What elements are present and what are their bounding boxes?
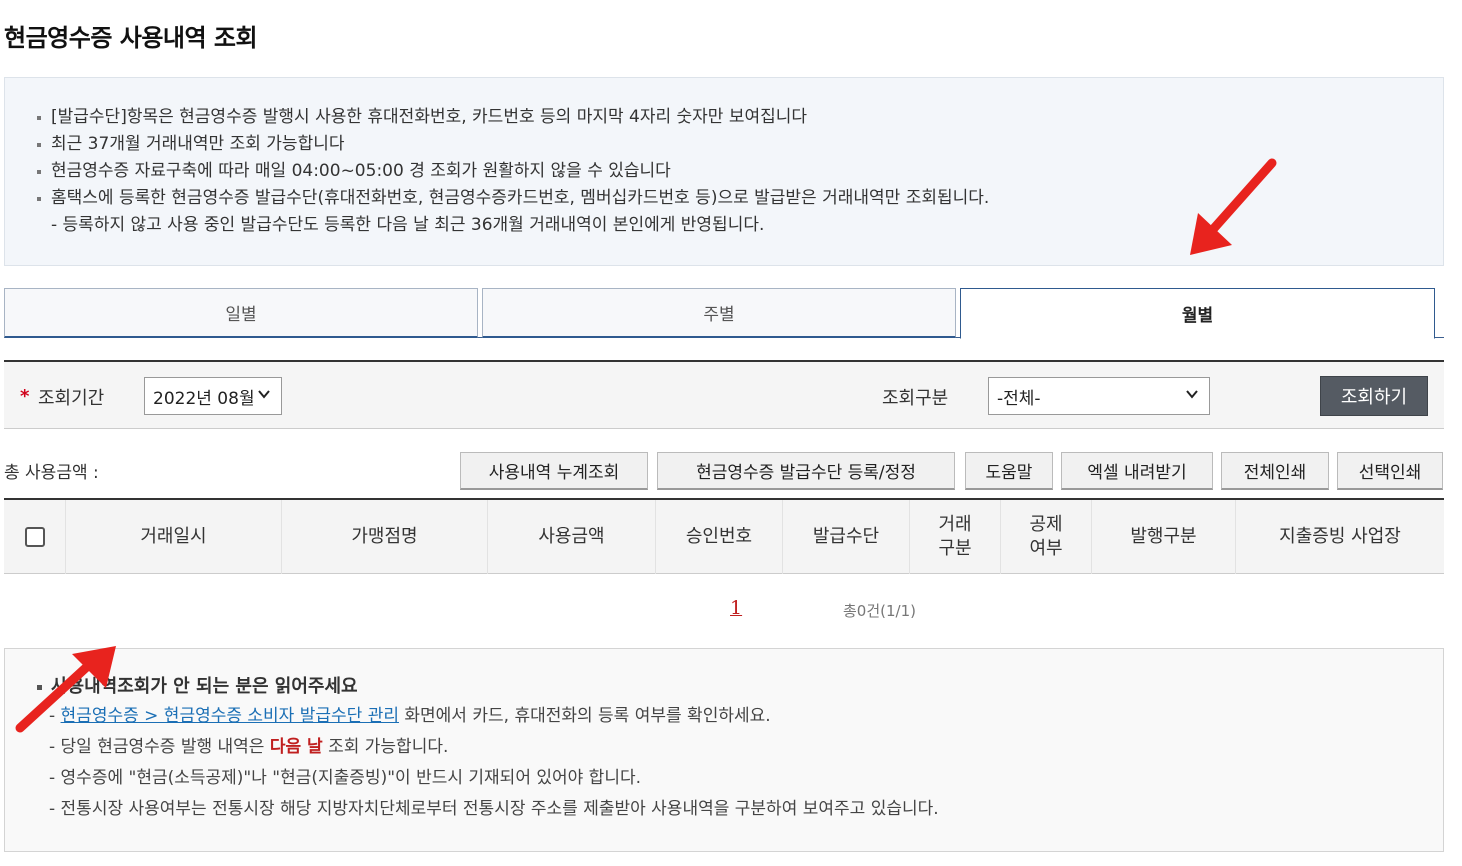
help-line: - 현금영수증 > 현금영수증 소비자 발급수단 관리 화면에서 카드, 휴대전… xyxy=(49,706,771,726)
notice-item: 최근 37개월 거래내역만 조회 가능합니다 xyxy=(33,131,1415,158)
print-selected-button[interactable]: 선택인쇄 xyxy=(1337,452,1443,490)
period-label: 조회기간 xyxy=(38,388,105,409)
type-select[interactable]: -전체- xyxy=(988,377,1210,415)
help-line: - 전통시장 사용여부는 전통시장 해당 지방자치단체로부터 전통시장 주소를 … xyxy=(49,799,939,819)
chevron-down-icon xyxy=(1185,387,1199,405)
help-line: - 영수증에 "현금(소득공제)"나 "현금(지출증빙)"이 반드시 기재되어 … xyxy=(49,768,642,788)
column-header[interactable]: 사용금액 xyxy=(488,500,656,574)
select-all-cell xyxy=(4,500,66,574)
select-all-checkbox[interactable] xyxy=(24,527,45,547)
notice-box: [발급수단]항목은 현금영수증 발행시 사용한 휴대전화번호, 카드번호 등의 … xyxy=(4,77,1444,266)
total-amount-label: 총 사용금액 : xyxy=(4,463,99,483)
period-select-value: 2022년 08월 xyxy=(153,388,255,409)
chevron-down-icon xyxy=(257,387,271,405)
type-label: 조회구분 xyxy=(882,388,949,409)
page-title: 현금영수증 사용내역 조회 xyxy=(4,24,258,52)
page-link-current[interactable]: 1 xyxy=(730,597,742,619)
column-header[interactable]: 승인번호 xyxy=(656,500,783,574)
help-box: 사용내역조회가 안 되는 분은 읽어주세요 - 현금영수증 > 현금영수증 소비… xyxy=(4,648,1444,852)
help-line: - 당일 현금영수증 발행 내역은 다음 날 조회 가능합니다. xyxy=(49,737,449,757)
column-header[interactable]: 발급수단 xyxy=(783,500,910,574)
help-button[interactable]: 도움말 xyxy=(965,452,1053,490)
print-all-button[interactable]: 전체인쇄 xyxy=(1221,452,1329,490)
required-mark: * xyxy=(20,386,30,407)
notice-item: 홈택스에 등록한 현금영수증 발급수단(휴대전화번호, 현금영수증카드번호, 멤… xyxy=(33,185,1415,212)
result-count: 총0건(1/1) xyxy=(843,602,916,620)
next-day-highlight: 다음 날 xyxy=(269,737,323,757)
tab-daily[interactable]: 일별 xyxy=(4,288,478,338)
tab-monthly[interactable]: 월별 xyxy=(960,288,1435,339)
help-title: 사용내역조회가 안 되는 분은 읽어주세요 xyxy=(33,673,1415,701)
payment-method-management-link[interactable]: 현금영수증 > 현금영수증 소비자 발급수단 관리 xyxy=(61,706,399,726)
notice-sub-item: - 등록하지 않고 사용 중인 발급수단도 등록한 다음 날 최근 36개월 거… xyxy=(51,215,765,235)
type-select-value: -전체- xyxy=(997,388,1041,409)
column-header[interactable]: 가맹점명 xyxy=(282,500,488,574)
search-button[interactable]: 조회하기 xyxy=(1320,376,1428,416)
column-header[interactable]: 지출증빙 사업장 xyxy=(1236,500,1444,574)
period-select[interactable]: 2022년 08월 xyxy=(144,377,282,415)
excel-download-button[interactable]: 엑셀 내려받기 xyxy=(1061,452,1213,490)
notice-item: 현금영수증 자료구축에 따라 매일 04:00~05:00 경 조회가 원활하지… xyxy=(33,158,1415,185)
column-header[interactable]: 거래일시 xyxy=(66,500,282,574)
table-header: 거래일시 가맹점명 사용금액 승인번호 발급수단 거래 구분 공제 여부 발행구… xyxy=(4,498,1444,574)
column-header[interactable]: 발행구분 xyxy=(1092,500,1236,574)
cumulative-inquiry-button[interactable]: 사용내역 누계조회 xyxy=(460,452,648,490)
column-header[interactable]: 거래 구분 xyxy=(910,500,1001,574)
tab-weekly[interactable]: 주별 xyxy=(482,288,956,338)
search-panel: * 조회기간 2022년 08월 조회구분 -전체- 조회하기 xyxy=(4,360,1444,429)
notice-item: [발급수단]항목은 현금영수증 발행시 사용한 휴대전화번호, 카드번호 등의 … xyxy=(33,104,1415,131)
register-payment-method-button[interactable]: 현금영수증 발급수단 등록/정정 xyxy=(657,452,955,490)
column-header[interactable]: 공제 여부 xyxy=(1001,500,1092,574)
period-tabs: 일별 주별 월별 xyxy=(4,288,1444,339)
